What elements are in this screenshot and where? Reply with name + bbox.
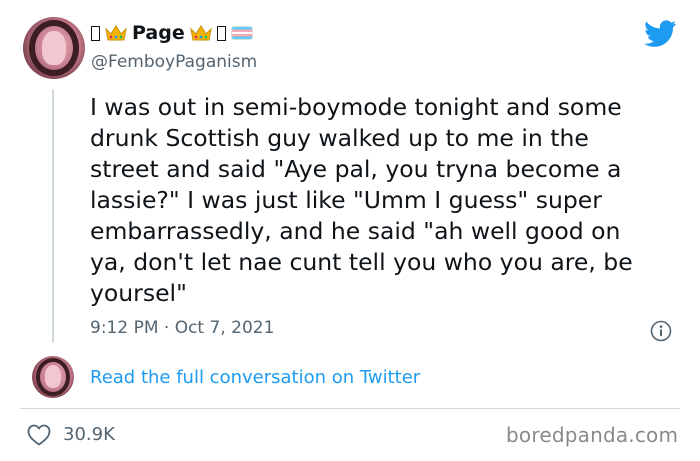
divider xyxy=(20,408,680,409)
crown-emoji-icon xyxy=(189,25,212,41)
watermark: boredpanda.com xyxy=(506,423,679,447)
info-icon[interactable] xyxy=(650,320,672,342)
missing-glyph-icon xyxy=(91,25,100,41)
user-handle[interactable]: @FemboyPaganism xyxy=(91,52,257,72)
transgender-flag-icon xyxy=(230,26,253,40)
avatar-face xyxy=(44,365,62,389)
avatar-face xyxy=(41,30,67,65)
crown-emoji-icon xyxy=(105,25,127,41)
heart-icon[interactable] xyxy=(27,424,51,446)
tweet-text: I was out in semi-boymode tonight and so… xyxy=(90,93,633,307)
missing-glyph-icon xyxy=(216,25,226,41)
display-name-row[interactable]: Page xyxy=(91,22,253,44)
twitter-bird-icon[interactable] xyxy=(644,20,677,48)
avatar[interactable] xyxy=(32,356,74,398)
avatar[interactable] xyxy=(23,17,85,79)
like-count[interactable]: 30.9K xyxy=(63,424,115,445)
read-conversation-link[interactable]: Read the full conversation on Twitter xyxy=(90,367,420,388)
thread-connector-line xyxy=(52,89,54,343)
tweet-timestamp[interactable]: 9:12 PM · Oct 7, 2021 xyxy=(90,318,274,338)
display-name: Page xyxy=(132,22,185,44)
